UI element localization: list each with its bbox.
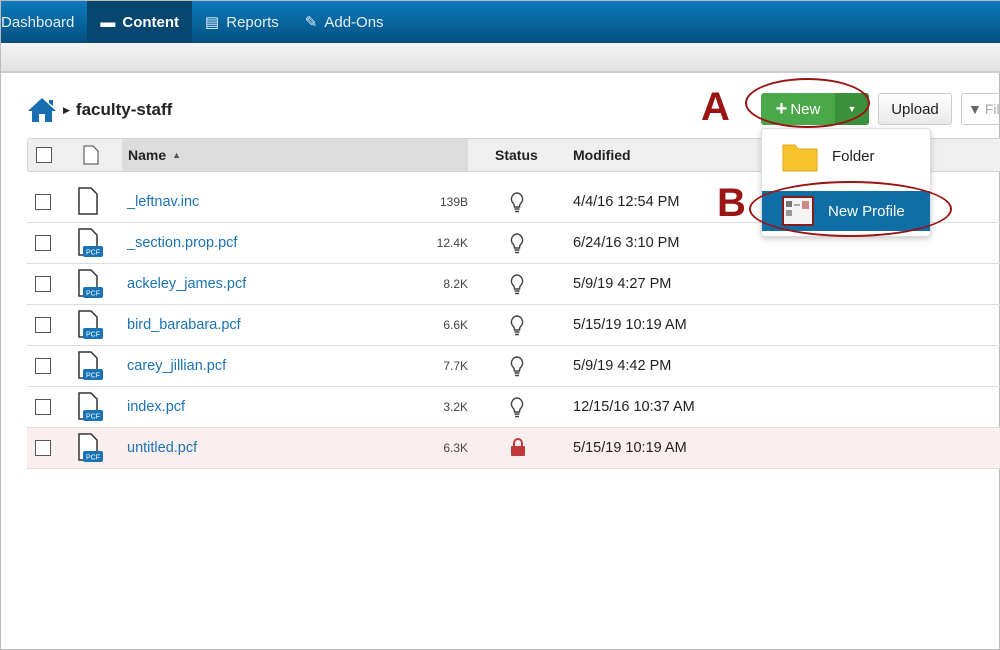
folder-icon — [782, 144, 818, 172]
pcf-file-icon: PCF — [75, 269, 105, 299]
file-size: 7.7K — [443, 359, 468, 373]
modified-date: 4/4/16 12:54 PM — [573, 194, 680, 210]
file-type-icon — [83, 145, 99, 165]
lock-icon[interactable] — [509, 437, 527, 457]
svg-text:PCF: PCF — [86, 414, 100, 421]
file-size: 6.6K — [443, 318, 468, 332]
file-name-link[interactable]: ackeley_james.pcf — [127, 276, 246, 292]
pcf-file-icon: PCF — [75, 228, 105, 258]
lightbulb-icon[interactable] — [509, 191, 525, 213]
menu-label: Folder — [832, 147, 875, 165]
file-name-link[interactable]: carey_jillian.pcf — [127, 358, 226, 374]
file-size: 8.2K — [443, 277, 468, 291]
row-checkbox[interactable] — [35, 276, 51, 292]
file-size: 139B — [439, 195, 468, 209]
file-size: 12.4K — [436, 236, 468, 250]
modified-date: 5/15/19 10:19 AM — [573, 440, 687, 456]
modified-date: 5/9/19 4:27 PM — [573, 276, 672, 292]
row-checkbox[interactable] — [35, 358, 51, 374]
file-size: 3.2K — [443, 400, 468, 414]
sub-toolbar — [1, 43, 1000, 73]
nav-label: Dashboard — [1, 13, 75, 31]
file-name-link[interactable]: _section.prop.pcf — [127, 235, 237, 251]
table-row[interactable]: PCF carey_jillian.pcf 7.7K 5/9/19 4:42 P… — [27, 346, 1000, 387]
file-name-link[interactable]: untitled.pcf — [127, 440, 197, 456]
lightbulb-icon[interactable] — [509, 396, 525, 418]
select-all-checkbox[interactable] — [36, 147, 52, 163]
pcf-file-icon: PCF — [75, 351, 105, 381]
annotation-ellipse-a — [745, 78, 870, 128]
home-icon[interactable] — [27, 97, 57, 123]
file-icon — [75, 187, 105, 217]
breadcrumb: ▶ faculty-staff — [27, 97, 172, 123]
nav-dashboard[interactable]: Dashboard — [1, 1, 87, 43]
annotation-ellipse-b — [749, 181, 952, 237]
header-label: Name — [128, 147, 167, 163]
modified-date: 6/24/16 3:10 PM — [573, 235, 680, 251]
file-size: 6.3K — [443, 441, 468, 455]
modified-date: 12/15/16 10:37 AM — [573, 399, 695, 415]
table-row[interactable]: PCF ackeley_james.pcf 8.2K 5/9/19 4:27 P… — [27, 264, 1000, 305]
pin-icon: ✎ — [304, 14, 318, 31]
nav-label: Content — [122, 13, 180, 31]
table-row[interactable]: PCF untitled.pcf 6.3K 5/15/19 10:19 AM — [27, 428, 1000, 469]
nav-reports[interactable]: ▤ Reports — [192, 1, 292, 43]
table-row[interactable]: PCF bird_barabara.pcf 6.6K 5/15/19 10:19… — [27, 305, 1000, 346]
lightbulb-icon[interactable] — [509, 355, 525, 377]
file-name-link[interactable]: _leftnav.inc — [127, 194, 199, 210]
menu-item-folder[interactable]: Folder — [762, 134, 930, 178]
svg-text:PCF: PCF — [86, 455, 100, 462]
status-column-header[interactable]: Status — [495, 147, 538, 163]
pcf-file-icon: PCF — [75, 433, 105, 463]
name-column-header[interactable]: Name ▲ — [128, 147, 181, 163]
annotation-a: A — [701, 85, 730, 129]
breadcrumb-caret-icon: ▶ — [63, 104, 70, 115]
pcf-file-icon: PCF — [75, 310, 105, 340]
row-checkbox[interactable] — [35, 235, 51, 251]
svg-text:PCF: PCF — [86, 291, 100, 298]
row-checkbox[interactable] — [35, 194, 51, 210]
nav-content[interactable]: ▬ Content — [87, 1, 193, 43]
modified-column-header[interactable]: Modified — [573, 147, 631, 163]
clipboard-icon: ▤ — [205, 14, 220, 31]
lightbulb-icon[interactable] — [509, 314, 525, 336]
row-checkbox[interactable] — [35, 440, 51, 456]
annotation-b: B — [717, 181, 746, 225]
nav-addons[interactable]: ✎ Add-Ons — [292, 1, 397, 43]
filter-input[interactable]: ▼Filter — [961, 93, 1000, 125]
nav-label: Reports — [226, 13, 279, 31]
filter-placeholder: Filter — [984, 101, 1000, 117]
folder-icon: ▬ — [100, 13, 116, 31]
file-name-link[interactable]: index.pcf — [127, 399, 185, 415]
sort-asc-icon: ▲ — [172, 150, 182, 160]
nav-label: Add-Ons — [324, 13, 384, 31]
top-nav: Dashboard ▬ Content ▤ Reports ✎ Add-Ons — [1, 1, 1000, 43]
filter-icon: ▼ — [968, 101, 982, 117]
svg-text:PCF: PCF — [86, 373, 100, 380]
lightbulb-icon[interactable] — [509, 232, 525, 254]
modified-date: 5/9/19 4:42 PM — [573, 358, 672, 374]
upload-button[interactable]: Upload — [878, 93, 952, 125]
table-row[interactable]: PCF index.pcf 3.2K 12/15/16 10:37 AM — [27, 387, 1000, 428]
row-checkbox[interactable] — [35, 399, 51, 415]
file-name-link[interactable]: bird_barabara.pcf — [127, 317, 241, 333]
row-checkbox[interactable] — [35, 317, 51, 333]
svg-text:PCF: PCF — [86, 332, 100, 339]
pcf-file-icon: PCF — [75, 392, 105, 422]
modified-date: 5/15/19 10:19 AM — [573, 317, 687, 333]
lightbulb-icon[interactable] — [509, 273, 525, 295]
current-folder: faculty-staff — [75, 100, 173, 119]
svg-text:PCF: PCF — [86, 250, 100, 257]
